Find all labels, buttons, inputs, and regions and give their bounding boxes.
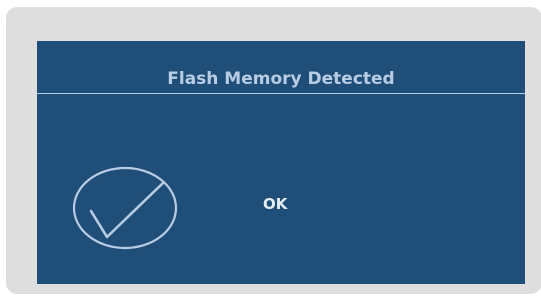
ok-button[interactable]: OK: [263, 195, 287, 213]
dialog-title-bar: Flash Memory Detected: [37, 41, 525, 94]
flash-memory-dialog: Flash Memory Detected OK: [37, 41, 525, 284]
device-frame: Flash Memory Detected OK: [6, 7, 541, 294]
dialog-title: Flash Memory Detected: [167, 69, 395, 89]
title-divider: [37, 93, 525, 94]
checkmark-icon: [72, 166, 178, 250]
